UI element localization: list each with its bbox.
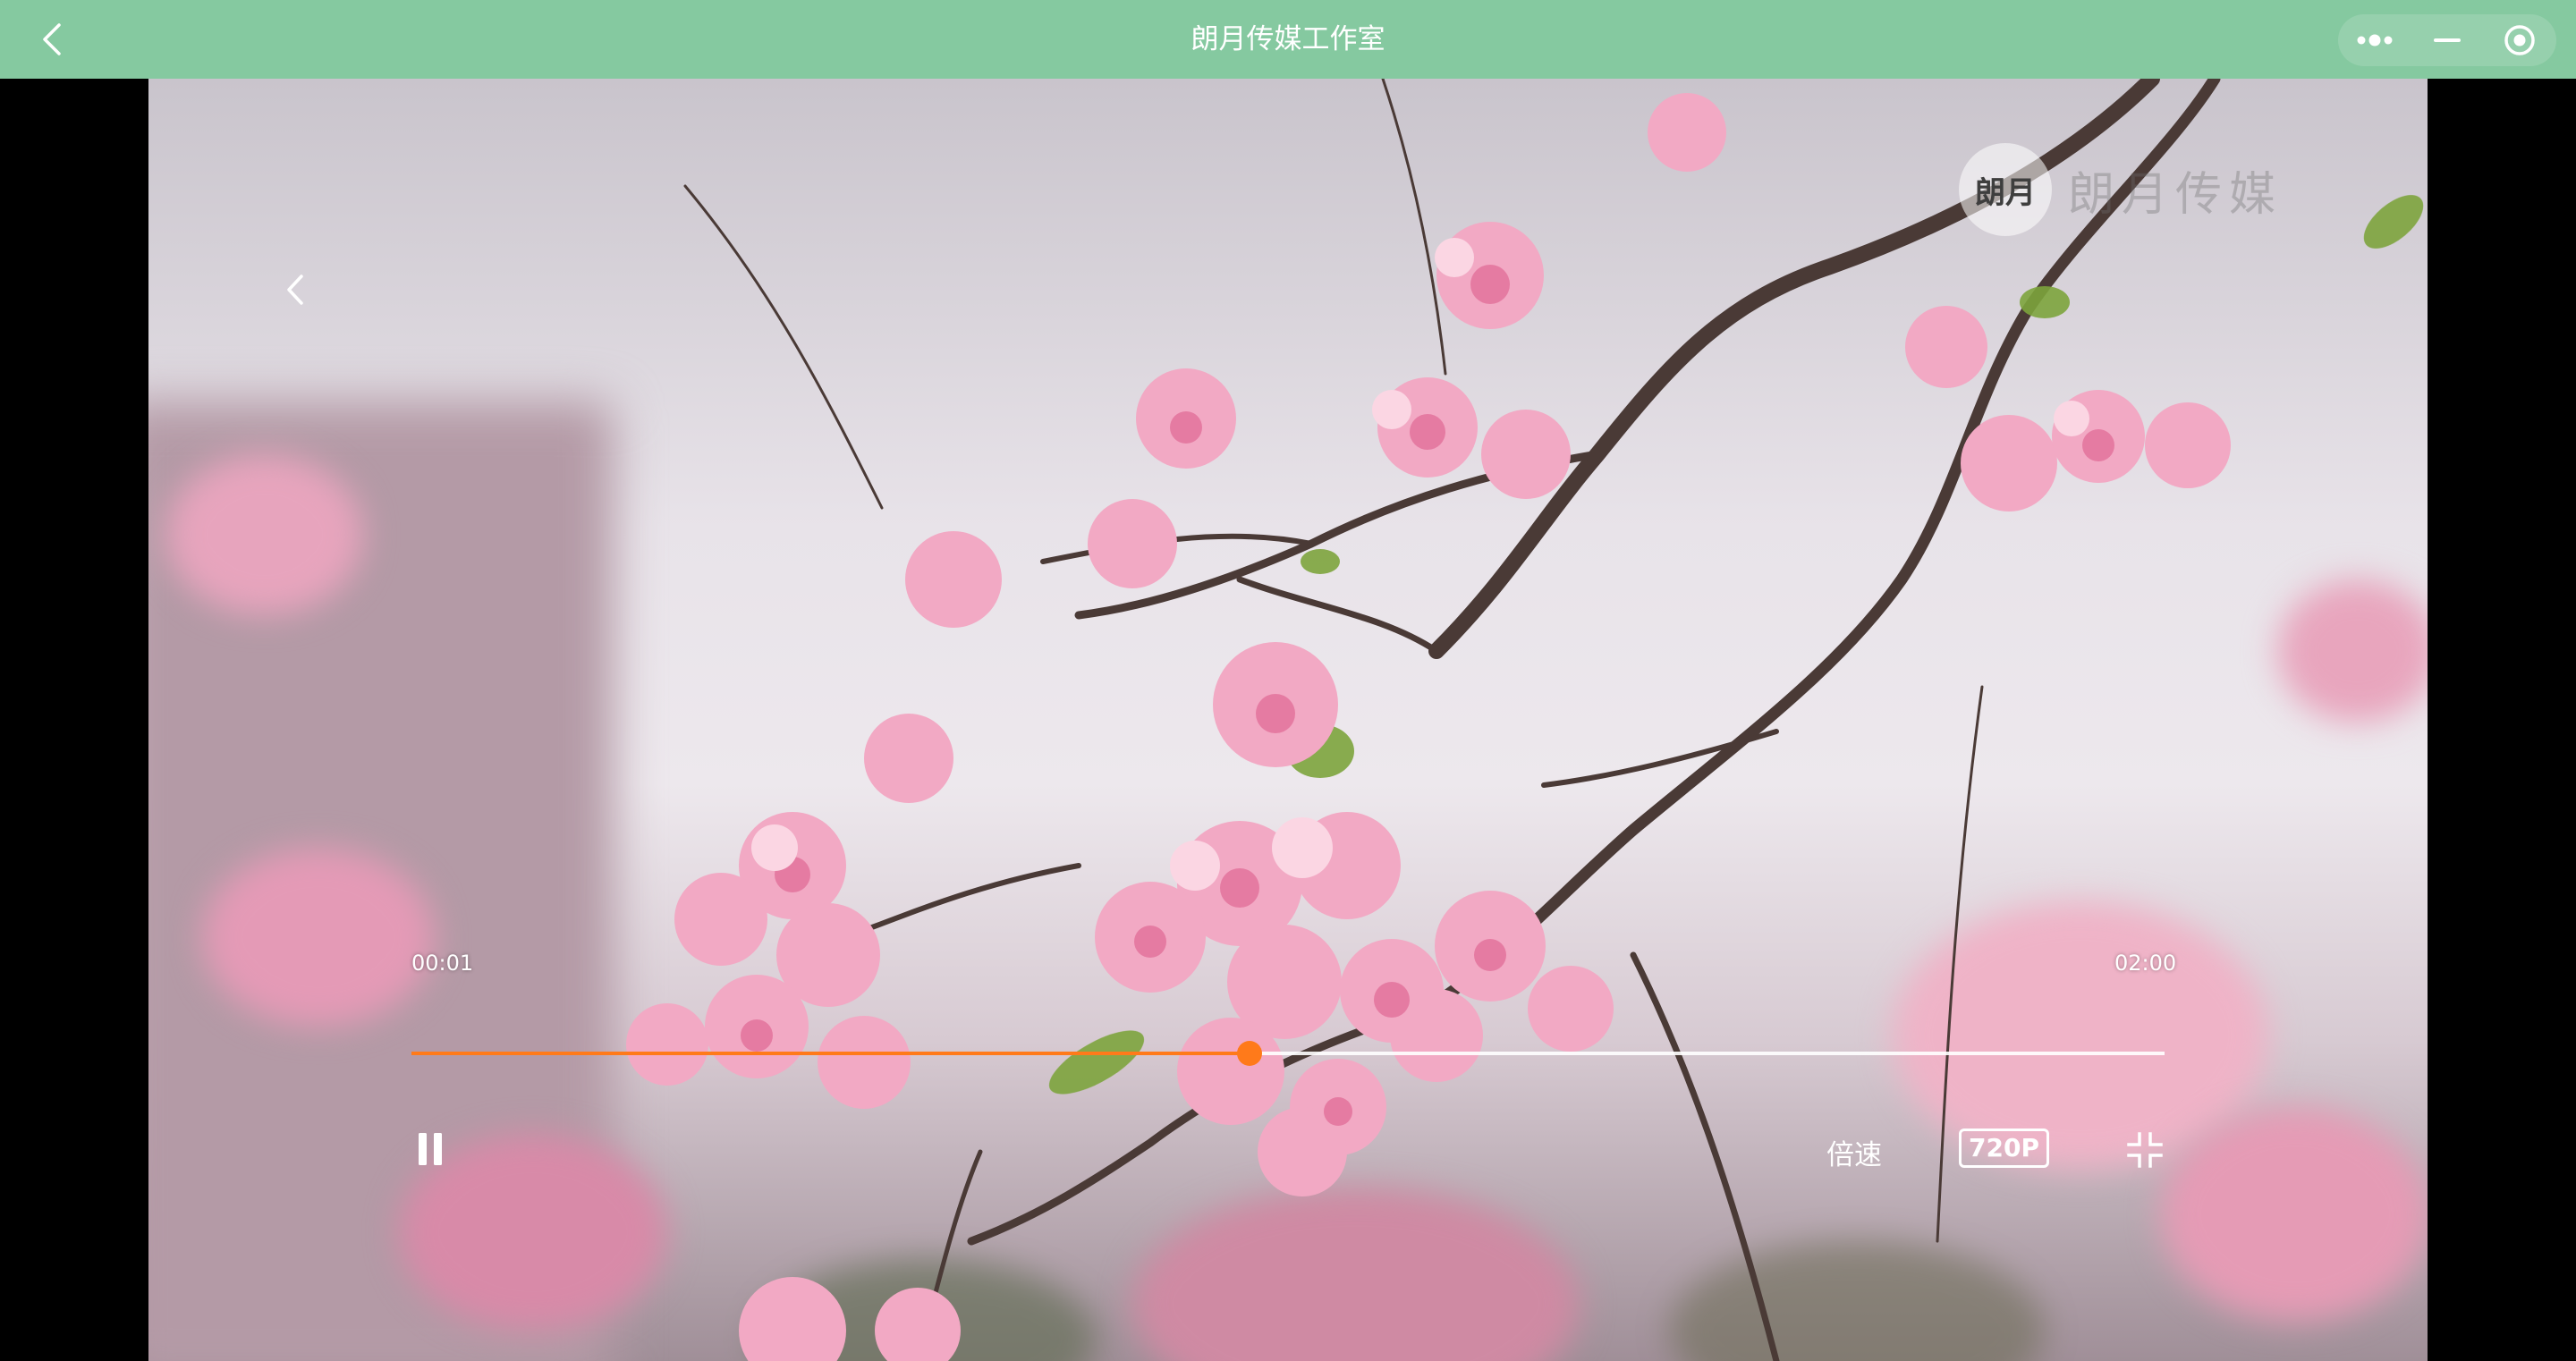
pause-button[interactable] <box>408 1127 453 1171</box>
chevron-left-icon <box>287 275 303 305</box>
close-miniprogram-button[interactable] <box>2484 14 2556 66</box>
cherry-blossom-branches <box>626 79 2424 1361</box>
exit-fullscreen-button[interactable] <box>2123 1129 2166 1171</box>
playback-speed-button[interactable]: 倍速 <box>1826 1132 1882 1172</box>
capsule-menu <box>2338 14 2556 66</box>
target-circle-icon <box>2504 25 2536 55</box>
progress-fill <box>411 1052 1250 1055</box>
minus-icon <box>2433 38 2461 42</box>
video-frame[interactable]: 朗月 朗月传媒 <box>148 79 2428 1361</box>
brand-watermark-text: 朗月传媒 <box>2068 167 2284 222</box>
progress-bar[interactable] <box>411 1027 2165 1080</box>
exit-fullscreen-icon <box>2127 1132 2163 1168</box>
brand-logo: 朗月 <box>1959 143 2052 236</box>
more-dots-icon <box>2357 34 2393 46</box>
minimize-button[interactable] <box>2411 14 2483 66</box>
current-time: 00:01 <box>411 951 474 976</box>
top-nav-bar: 朗月传媒工作室 <box>0 0 2576 79</box>
pause-icon <box>419 1133 442 1165</box>
blossom-clusters <box>626 93 2231 1361</box>
brand-watermark: 朗月 朗月传媒 <box>1959 143 2283 236</box>
player-back-button[interactable] <box>268 263 322 317</box>
quality-button[interactable]: 720P <box>1959 1129 2049 1168</box>
total-duration: 02:00 <box>2114 951 2177 976</box>
progress-thumb[interactable] <box>1236 1041 1262 1066</box>
more-options-button[interactable] <box>2338 14 2411 66</box>
page-title: 朗月传媒工作室 <box>1191 23 1385 55</box>
